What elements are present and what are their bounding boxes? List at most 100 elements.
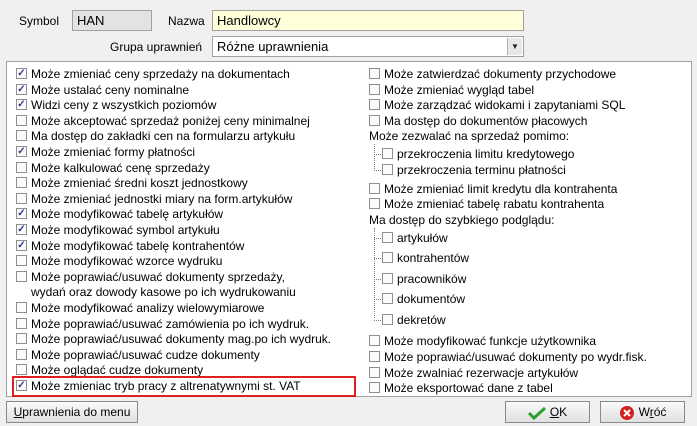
checkbox[interactable] [369,114,380,126]
symbol-field[interactable]: HAN [72,10,152,31]
tree-line [374,170,381,171]
checkbox[interactable]: ✓ [16,99,27,111]
checkbox-label: Może poprawiać/usuwać dokumenty sprzedaż… [31,269,285,284]
checkbox[interactable] [16,161,27,173]
cancel-icon [619,405,634,420]
tree-line [374,299,381,301]
checkbox-label: Może modyfikować symbol artykułu [31,223,220,237]
checkbox[interactable] [16,333,27,345]
checkbox[interactable] [16,255,27,267]
checkbox[interactable] [16,177,27,189]
checkbox-label: Może zmieniać formy płatności [31,145,196,159]
checkbox-label: Może kalkulować cenę sprzedaży [31,160,210,175]
checkbox[interactable] [369,83,380,95]
checkbox-label: przekroczenia terminu płatności [397,163,566,177]
highlight-frame [12,376,356,397]
checkbox[interactable] [382,164,393,175]
group-select-value: Różne uprawnienia [217,39,329,54]
checkbox-label: Może zarządzać widokami i zapytaniami SQ… [384,98,626,113]
checkbox-label: Może zatwierdzać dokumenty przychodowe [384,67,617,81]
checkbox[interactable] [16,317,27,329]
checkbox-label: Może modyfikować funkcje użytkownika [384,334,597,349]
tree-line [374,227,375,319]
checkbox[interactable] [16,114,27,126]
checkmark-icon [527,406,546,420]
checkbox-label: przekroczenia limitu kredytowego [397,147,575,162]
menu-rights-button[interactable]: Uprawnienia do menu [6,401,138,423]
checkbox-label: Może poprawiać/usuwać dokumenty mag.po i… [31,332,332,347]
checkbox-label: dokumentów [397,292,466,307]
checkbox-label: Może modyfikować tabelę artykułów [31,207,224,222]
checkbox[interactable] [382,252,393,264]
checkbox[interactable] [369,335,380,347]
checkbox-label: Ma dostęp do dokumentów płacowych [384,113,588,128]
checkbox[interactable] [382,293,393,305]
checkbox-label: Może ustalać ceny nominalne [31,82,190,97]
checkbox-label: Ma dostęp do zakładki cen na formularzu … [31,129,296,144]
back-button[interactable]: Wróć [600,401,685,423]
checkbox[interactable] [382,313,393,325]
checkbox-label: Może poprawiać/usuwać cudze dokumenty [31,347,260,362]
checkbox[interactable]: ✓ [16,83,27,95]
checkbox-label: pracowników [397,271,467,286]
checkbox[interactable]: ✓ [16,224,27,235]
checkbox[interactable] [16,130,27,142]
checkbox[interactable] [16,348,27,360]
checkbox-label: artykułów [397,230,448,245]
checkbox[interactable] [16,302,27,313]
checkbox[interactable] [369,182,380,194]
sale-section-label: Może zezwalać na sprzedaż pomimo: [369,129,570,144]
ok-button[interactable]: OK [505,401,590,423]
menu-rights-label: prawnienia do menu [22,405,131,419]
back-label-start: W [638,405,650,419]
permission-item-continuation: wydań oraz dowody kasowe po ich wydrukow… [31,285,296,300]
checkbox[interactable] [369,198,380,210]
back-label-end: óć [653,405,667,419]
tree-line [374,144,375,171]
group-label: Grupa uprawnień [110,40,203,54]
checkbox-label: kontrahentów [397,251,470,266]
checkbox-label: Może zmieniać wygląd tabel [384,82,535,97]
checkbox-label: Może modyfikować analizy wielowymiarowe [31,301,265,315]
checkbox[interactable] [16,270,27,282]
checkbox-label: Może zmieniać średni koszt jednostkowy [31,176,248,191]
tree-line [374,154,381,156]
checkbox[interactable] [382,272,393,284]
checkbox[interactable]: ✓ [16,146,27,157]
menu-rights-accel: U [13,405,23,419]
checkbox[interactable] [369,366,380,378]
group-select[interactable]: Różne uprawnienia ▼ [212,36,524,57]
checkbox-label: Widzi ceny z wszystkich poziomów [31,98,217,113]
checkbox-label: Może modyfikować tabelę kontrahentów [31,238,245,253]
checkbox-label: Może eksportować dane z tabel [384,381,553,396]
ok-label: K [559,405,568,419]
checkbox-label: Może zmieniać ceny sprzedaży na dokument… [31,67,290,81]
permissions-panel: ✓ Może zmieniać ceny sprzedaży na dokumen… [6,61,692,397]
checkbox[interactable] [382,231,393,243]
checkbox-label: Może akceptować sprzedaż poniżej ceny mi… [31,113,310,128]
tree-line [374,258,381,260]
name-field[interactable]: Handlowcy [212,10,524,31]
chevron-down-icon[interactable]: ▼ [507,38,522,55]
checkbox[interactable]: ✓ [16,239,27,251]
checkbox[interactable] [16,364,27,376]
checkbox[interactable]: ✓ [16,208,27,220]
tree-line [374,319,381,321]
checkbox[interactable] [369,350,380,362]
tree-line [374,278,381,280]
symbol-label: Symbol [19,14,60,28]
checkbox[interactable] [369,68,380,79]
checkbox-label: Może poprawiać/usuwać dokumenty po wydr.… [384,349,647,364]
checkbox-label: Może poprawiać/usuwać zamówienia po ich … [31,316,310,331]
tree-line [374,237,381,239]
checkbox[interactable] [369,99,380,111]
checkbox[interactable] [382,148,393,160]
ok-accel: O [549,405,560,419]
checkbox[interactable] [369,382,380,394]
checkbox[interactable]: ✓ [16,68,27,79]
checkbox-label: Może zwalniać rezerwacje artykułów [384,365,579,380]
checkbox-label: Może zmieniać limit kredytu dla kontrahe… [384,181,618,196]
checkbox[interactable] [16,192,27,204]
name-label: Nazwa [168,14,205,28]
preview-section-label: Ma dostęp do szybkiego podglądu: [369,212,555,227]
